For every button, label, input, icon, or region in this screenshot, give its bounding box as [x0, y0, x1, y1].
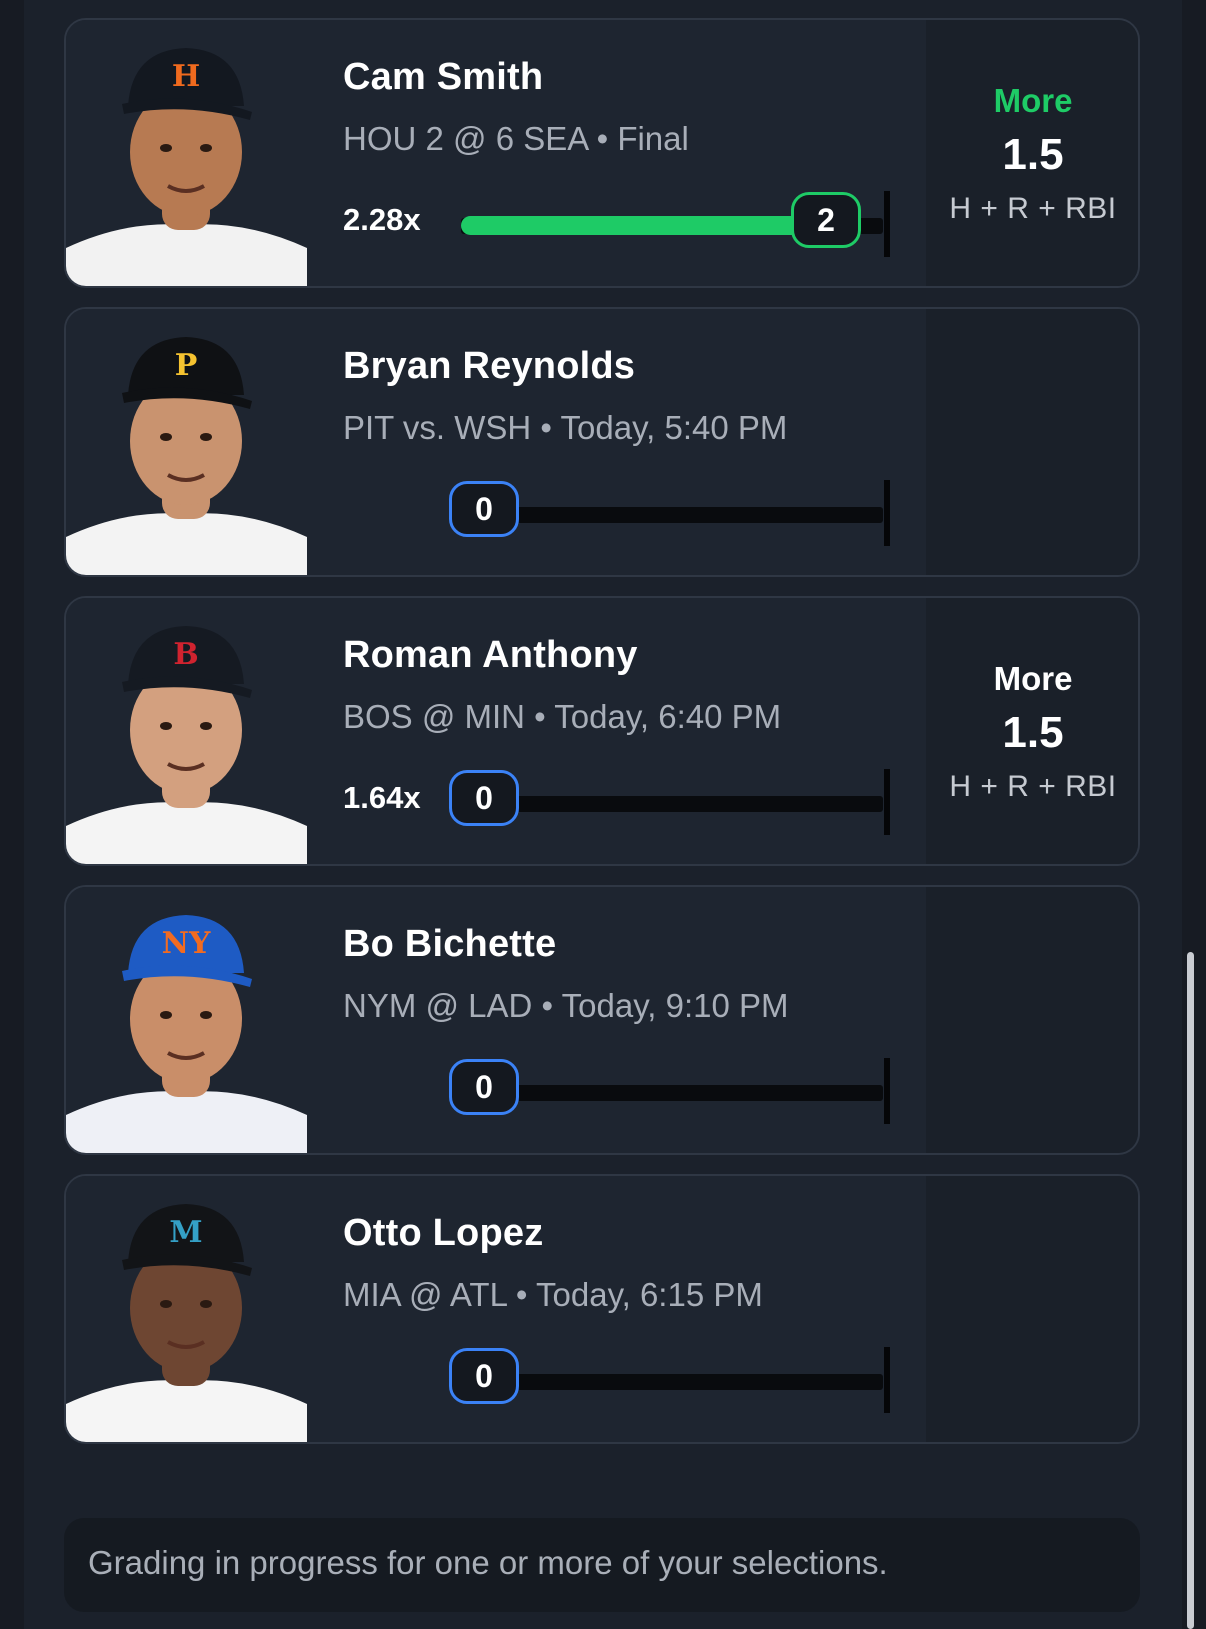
player-name[interactable]: Otto Lopez [343, 1212, 543, 1255]
pick-direction: More [993, 82, 1073, 119]
player-name[interactable]: Bryan Reynolds [343, 345, 635, 388]
player-headshot: NY [66, 887, 307, 1153]
grading-notice-text: Grading in progress for one or more of y… [88, 1544, 888, 1581]
game-info: PIT vs. WSH • Today, 5:40 PM [343, 409, 788, 446]
payout-multiplier: 1.64x [343, 780, 421, 815]
pick-card[interactable]: B Roman Anthony BOS @ MIN • Today, 6:40 … [64, 596, 1140, 866]
progress-track [461, 796, 883, 812]
pick-card[interactable]: H Cam Smith HOU 2 @ 6 SEA • Final 2.28x … [64, 18, 1140, 288]
player-name[interactable]: Roman Anthony [343, 634, 638, 677]
cap-logo: H [172, 59, 200, 94]
grading-notice: Grading in progress for one or more of y… [64, 1518, 1140, 1612]
progress-target-marker [884, 191, 890, 257]
payout-multiplier: 2.28x [343, 202, 421, 237]
cap-logo: M [169, 1215, 202, 1250]
pick-card[interactable]: M Otto Lopez MIA @ ATL • Today, 6:15 PM … [64, 1174, 1140, 1444]
progress-track [461, 1374, 883, 1390]
game-info: MIA @ ATL • Today, 6:15 PM [343, 1276, 763, 1313]
pick-panel: More 1.5 H + R + RBI [926, 20, 1138, 286]
pick-line: 1.5 [1002, 708, 1064, 757]
player-headshot: B [66, 598, 307, 864]
pick-panel [926, 1176, 1138, 1442]
pick-direction: More [993, 660, 1073, 697]
progress-target-marker [884, 480, 890, 546]
stat-count-badge: 2 [791, 192, 861, 248]
pick-line: 1.5 [1002, 130, 1064, 179]
pick-panel [926, 309, 1138, 575]
pick-card[interactable]: NY Bo Bichette NYM @ LAD • Today, 9:10 P… [64, 885, 1140, 1155]
progress-target-marker [884, 769, 890, 835]
player-headshot: M [66, 1176, 307, 1442]
scrollbar[interactable] [1187, 952, 1194, 1629]
cap-logo: NY [162, 926, 211, 961]
progress-target-marker [884, 1058, 890, 1124]
progress-target-marker [884, 1347, 890, 1413]
stat-count-badge: 0 [449, 481, 519, 537]
game-info: BOS @ MIN • Today, 6:40 PM [343, 698, 782, 735]
player-name[interactable]: Cam Smith [343, 56, 543, 99]
player-headshot: P [66, 309, 307, 575]
player-name[interactable]: Bo Bichette [343, 923, 556, 966]
progress-track [461, 1085, 883, 1101]
pick-panel [926, 887, 1138, 1153]
pick-panel: More 1.5 H + R + RBI [926, 598, 1138, 864]
game-info: HOU 2 @ 6 SEA • Final [343, 120, 689, 157]
progress-track [461, 507, 883, 523]
pick-card[interactable]: P Bryan Reynolds PIT vs. WSH • Today, 5:… [64, 307, 1140, 577]
stat-count-badge: 0 [449, 1348, 519, 1404]
player-headshot: H [66, 20, 307, 286]
pick-stat: H + R + RBI [949, 192, 1117, 225]
stat-count-badge: 0 [449, 1059, 519, 1115]
stat-count-badge: 0 [449, 770, 519, 826]
cap-logo: P [175, 348, 198, 383]
pick-stat: H + R + RBI [949, 770, 1117, 803]
game-info: NYM @ LAD • Today, 9:10 PM [343, 987, 789, 1024]
cap-logo: B [173, 637, 198, 672]
